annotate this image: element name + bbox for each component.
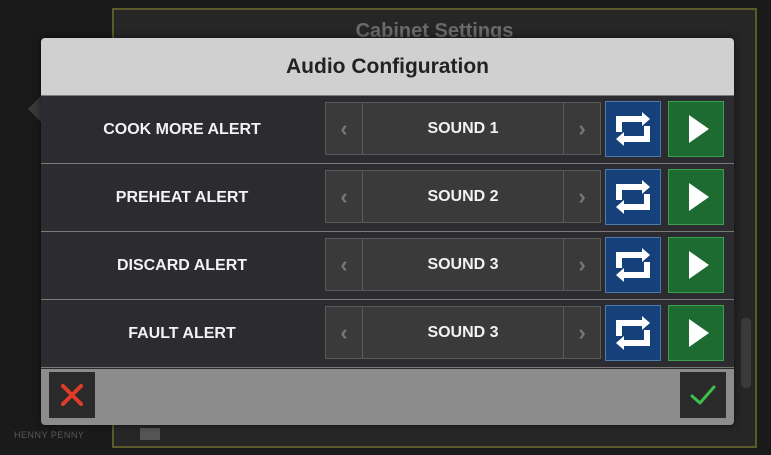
sound-selector: ‹ SOUND 3 › <box>325 306 601 359</box>
repeat-once-icon: 1 <box>616 180 650 214</box>
repeat-once-icon: 1 <box>616 248 650 282</box>
repeat-count: 1 <box>629 190 637 206</box>
chevron-left-icon[interactable]: ‹ <box>326 307 363 358</box>
background-back-arrow-icon <box>28 95 42 123</box>
alert-label: DISCARD ALERT <box>116 256 248 274</box>
play-button[interactable] <box>668 101 724 157</box>
repeat-button[interactable]: 1 <box>605 305 661 361</box>
chevron-right-icon[interactable]: › <box>563 103 600 154</box>
chevron-left-icon[interactable]: ‹ <box>326 103 363 154</box>
repeat-button[interactable]: 1 <box>605 101 661 157</box>
brand-label: HENNY PENNY <box>14 430 85 440</box>
confirm-button[interactable] <box>680 372 726 418</box>
chevron-left-icon[interactable]: ‹ <box>326 171 363 222</box>
chevron-left-icon[interactable]: ‹ <box>326 239 363 290</box>
checkmark-icon <box>690 385 716 405</box>
repeat-count: 1 <box>629 258 637 274</box>
repeat-count: 1 <box>629 326 637 342</box>
sound-selector: ‹ SOUND 1 › <box>325 102 601 155</box>
chevron-right-icon[interactable]: › <box>563 239 600 290</box>
background-scrollbar <box>741 318 751 388</box>
close-icon <box>61 384 83 406</box>
background-indicator <box>140 428 160 440</box>
alert-row-discard: DISCARD ALERT ‹ SOUND 3 › 1 <box>41 231 734 299</box>
repeat-once-icon: 1 <box>616 316 650 350</box>
repeat-count: 1 <box>629 122 637 138</box>
play-button[interactable] <box>668 169 724 225</box>
sound-selector: ‹ SOUND 2 › <box>325 170 601 223</box>
cancel-button[interactable] <box>49 372 95 418</box>
play-icon <box>688 251 709 279</box>
sound-value: SOUND 1 <box>427 119 499 137</box>
repeat-once-icon: 1 <box>616 112 650 146</box>
chevron-right-icon[interactable]: › <box>563 171 600 222</box>
alert-label: COOK MORE ALERT <box>103 120 261 138</box>
sound-value: SOUND 3 <box>427 323 499 341</box>
alert-row-cook-more: COOK MORE ALERT ‹ SOUND 1 › 1 <box>41 95 734 163</box>
repeat-button[interactable]: 1 <box>605 237 661 293</box>
sound-value: SOUND 3 <box>427 255 499 273</box>
audio-configuration-dialog: Audio Configuration COOK MORE ALERT ‹ SO… <box>41 38 734 425</box>
alert-label: PREHEAT ALERT <box>115 188 249 206</box>
dialog-footer <box>41 369 734 425</box>
alert-row-preheat: PREHEAT ALERT ‹ SOUND 2 › 1 <box>41 163 734 231</box>
alert-list: COOK MORE ALERT ‹ SOUND 1 › 1 PREHEAT AL… <box>41 95 734 368</box>
play-icon <box>688 183 709 211</box>
sound-selector: ‹ SOUND 3 › <box>325 238 601 291</box>
repeat-button[interactable]: 1 <box>605 169 661 225</box>
play-button[interactable] <box>668 305 724 361</box>
alert-row-fault: FAULT ALERT ‹ SOUND 3 › 1 <box>41 299 734 368</box>
chevron-right-icon[interactable]: › <box>563 307 600 358</box>
play-button[interactable] <box>668 237 724 293</box>
dialog-title: Audio Configuration <box>41 38 734 95</box>
play-icon <box>688 319 709 347</box>
play-icon <box>688 115 709 143</box>
alert-label: FAULT ALERT <box>128 324 236 342</box>
sound-value: SOUND 2 <box>427 187 499 205</box>
